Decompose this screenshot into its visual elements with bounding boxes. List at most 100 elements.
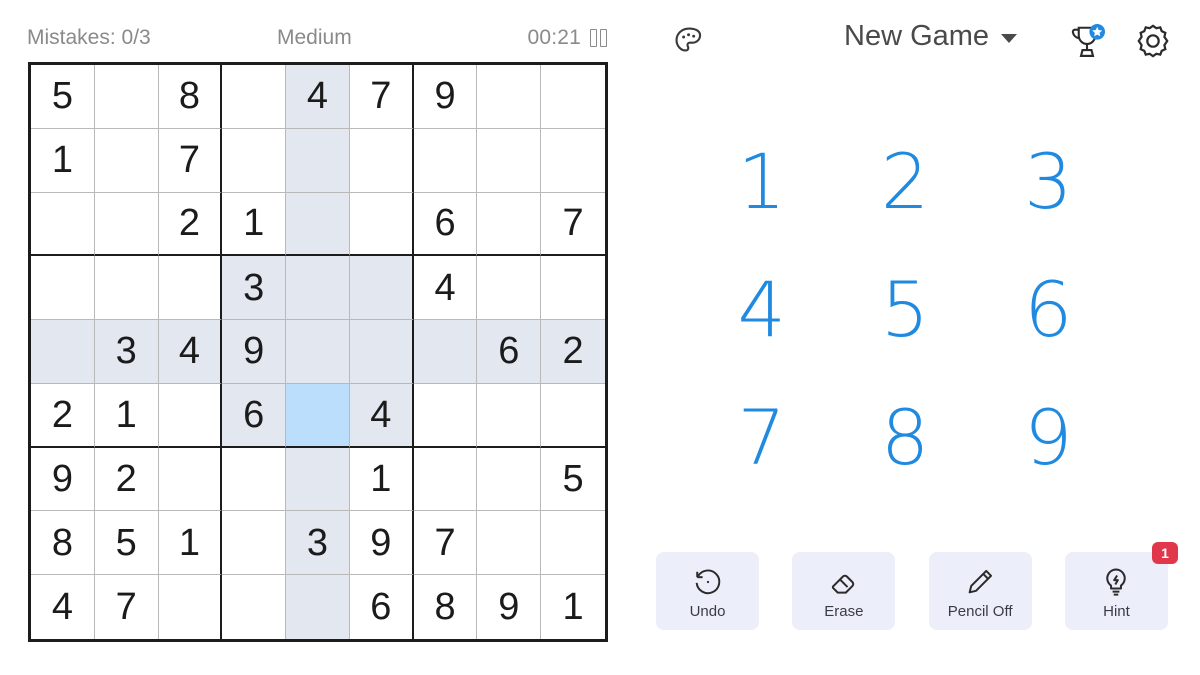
cell-r6c2[interactable]: 1: [94, 383, 159, 448]
cell-r3c8[interactable]: [477, 192, 542, 257]
numpad-key-5[interactable]: 5: [833, 246, 976, 374]
cell-r3c4[interactable]: 1: [222, 192, 287, 257]
cell-r2c1[interactable]: 1: [31, 128, 95, 193]
cell-r1c4[interactable]: [222, 65, 287, 129]
cell-r1c3[interactable]: 8: [158, 65, 223, 129]
numpad-key-8[interactable]: 8: [833, 374, 976, 502]
cell-r9c1[interactable]: 4: [31, 575, 95, 639]
cell-r5c3[interactable]: 4: [158, 320, 223, 384]
cell-r3c2[interactable]: [94, 192, 159, 257]
cell-r8c1[interactable]: 8: [31, 511, 95, 576]
numpad-key-7[interactable]: 7: [690, 374, 833, 502]
sudoku-grid[interactable]: 58479172167343496221649215851397476891: [28, 62, 608, 642]
cell-r9c6[interactable]: 6: [349, 575, 414, 639]
erase-button[interactable]: Erase: [792, 552, 896, 630]
cell-r2c7[interactable]: [413, 128, 478, 193]
cell-r6c3[interactable]: [158, 383, 223, 448]
cell-r1c1[interactable]: 5: [31, 65, 95, 129]
cell-r2c4[interactable]: [222, 128, 287, 193]
cell-r9c3[interactable]: [158, 575, 223, 639]
cell-r3c1[interactable]: [31, 192, 95, 257]
pause-icon[interactable]: [590, 29, 607, 47]
numpad-key-1[interactable]: 1: [690, 118, 833, 246]
cell-r1c9[interactable]: [541, 65, 605, 129]
cell-r8c6[interactable]: 9: [349, 511, 414, 576]
cell-r4c1[interactable]: [31, 256, 95, 321]
cell-r2c5[interactable]: [286, 128, 350, 193]
cell-r7c1[interactable]: 9: [31, 447, 95, 512]
numpad-key-9[interactable]: 9: [977, 374, 1120, 502]
cell-r3c5[interactable]: [286, 192, 350, 257]
palette-button[interactable]: [672, 24, 706, 63]
cell-r9c8[interactable]: 9: [477, 575, 542, 639]
cell-r2c2[interactable]: [94, 128, 159, 193]
cell-r6c7[interactable]: [413, 383, 478, 448]
cell-r6c1[interactable]: 2: [31, 383, 95, 448]
cell-r3c3[interactable]: 2: [158, 192, 223, 257]
cell-r2c8[interactable]: [477, 128, 542, 193]
cell-r2c3[interactable]: 7: [158, 128, 223, 193]
cell-r4c3[interactable]: [158, 256, 223, 321]
cell-r1c6[interactable]: 7: [349, 65, 414, 129]
cell-r8c2[interactable]: 5: [94, 511, 159, 576]
cell-r7c3[interactable]: [158, 447, 223, 512]
cell-r3c9[interactable]: 7: [541, 192, 605, 257]
numpad-key-2[interactable]: 2: [833, 118, 976, 246]
cell-r9c7[interactable]: 8: [413, 575, 478, 639]
cell-r5c5[interactable]: [286, 320, 350, 384]
cell-r5c2[interactable]: 3: [94, 320, 159, 384]
cell-r7c5[interactable]: [286, 447, 350, 512]
cell-r9c9[interactable]: 1: [541, 575, 605, 639]
cell-r7c9[interactable]: 5: [541, 447, 605, 512]
cell-r8c8[interactable]: [477, 511, 542, 576]
cell-r1c8[interactable]: [477, 65, 542, 129]
cell-r1c2[interactable]: [94, 65, 159, 129]
number-pad[interactable]: 123 456 789: [690, 118, 1120, 502]
cell-r5c7[interactable]: [413, 320, 478, 384]
settings-button[interactable]: [1134, 22, 1172, 65]
cell-r5c1[interactable]: [31, 320, 95, 384]
cell-r2c9[interactable]: [541, 128, 605, 193]
cell-r6c9[interactable]: [541, 383, 605, 448]
cell-r7c7[interactable]: [413, 447, 478, 512]
cell-r4c2[interactable]: [94, 256, 159, 321]
cell-r4c7[interactable]: 4: [413, 256, 478, 321]
cell-r8c9[interactable]: [541, 511, 605, 576]
trophy-button[interactable]: [1066, 21, 1108, 68]
cell-r5c9[interactable]: 2: [541, 320, 605, 384]
cell-r4c5[interactable]: [286, 256, 350, 321]
cell-r8c3[interactable]: 1: [158, 511, 223, 576]
cell-r5c8[interactable]: 6: [477, 320, 542, 384]
cell-r8c7[interactable]: 7: [413, 511, 478, 576]
new-game-button[interactable]: New Game: [844, 20, 1018, 53]
cell-r7c8[interactable]: [477, 447, 542, 512]
undo-button[interactable]: Undo: [656, 552, 759, 630]
pencil-off-button[interactable]: Pencil Off: [928, 552, 1032, 630]
cell-r1c7[interactable]: 9: [413, 65, 478, 129]
cell-r6c6[interactable]: 4: [349, 383, 414, 448]
cell-r2c6[interactable]: [349, 128, 414, 193]
cell-r6c8[interactable]: [477, 383, 542, 448]
cell-r9c2[interactable]: 7: [94, 575, 159, 639]
cell-r8c4[interactable]: [222, 511, 287, 576]
cell-r6c5[interactable]: [286, 383, 350, 448]
cell-r7c6[interactable]: 1: [349, 447, 414, 512]
cell-r6c4[interactable]: 6: [222, 383, 287, 448]
cell-r1c5[interactable]: 4: [286, 65, 350, 129]
cell-r4c6[interactable]: [349, 256, 414, 321]
cell-r7c2[interactable]: 2: [94, 447, 159, 512]
cell-r4c9[interactable]: [541, 256, 605, 321]
cell-r7c4[interactable]: [222, 447, 287, 512]
cell-r8c5[interactable]: 3: [286, 511, 350, 576]
cell-r3c7[interactable]: 6: [413, 192, 478, 257]
cell-r9c5[interactable]: [286, 575, 350, 639]
cell-r4c4[interactable]: 3: [222, 256, 287, 321]
numpad-key-6[interactable]: 6: [977, 246, 1120, 374]
cell-r5c6[interactable]: [349, 320, 414, 384]
numpad-key-3[interactable]: 3: [977, 118, 1120, 246]
cell-r3c6[interactable]: [349, 192, 414, 257]
hint-button[interactable]: Hint 1: [1064, 542, 1178, 630]
numpad-key-4[interactable]: 4: [690, 246, 833, 374]
cell-r9c4[interactable]: [222, 575, 287, 639]
cell-r5c4[interactable]: 9: [222, 320, 287, 384]
